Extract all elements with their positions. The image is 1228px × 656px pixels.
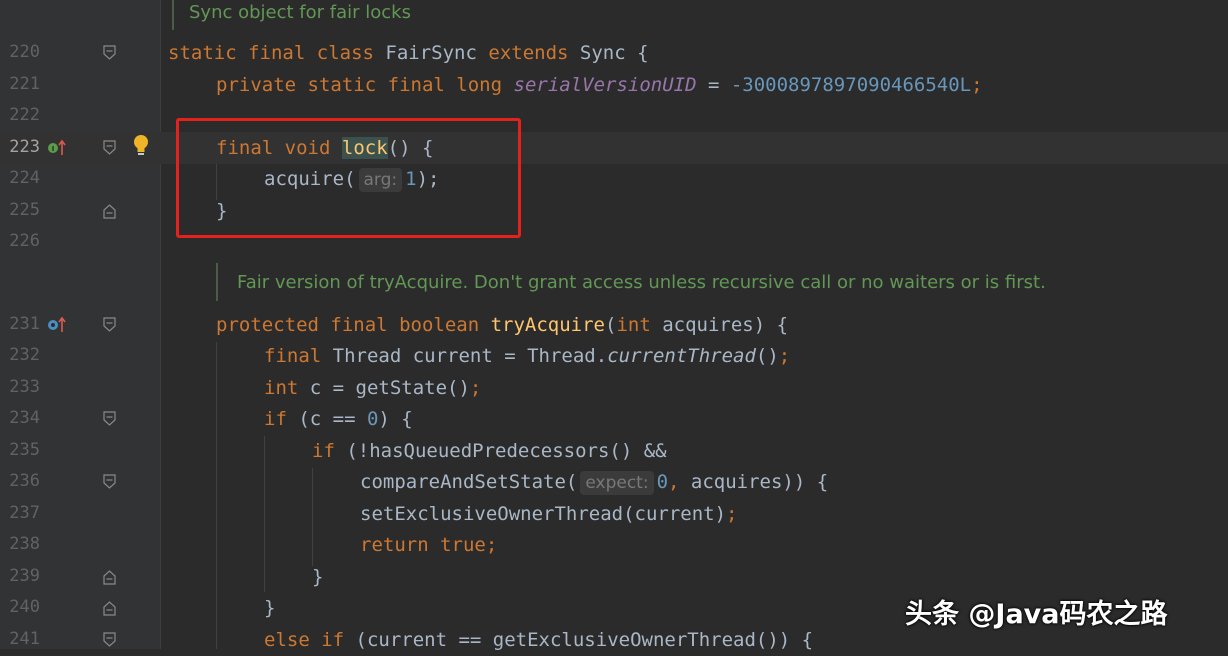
- line-number[interactable]: 241: [0, 629, 40, 649]
- fold-end-marker-icon[interactable]: [103, 569, 116, 585]
- code-line[interactable]: 239 }: [0, 561, 1228, 593]
- intention-bulb-icon[interactable]: [131, 134, 151, 158]
- line-number[interactable]: 232: [0, 345, 40, 365]
- svg-text:I: I: [52, 145, 55, 153]
- doc-comment-fair-version: Fair version of tryAcquire. Don't grant …: [237, 272, 1046, 293]
- line-number[interactable]: 239: [0, 566, 40, 586]
- fold-marker-icon[interactable]: [103, 474, 116, 490]
- code-line[interactable]: 237 setExclusiveOwnerThread(current);: [0, 498, 1228, 530]
- line-number[interactable]: 237: [0, 503, 40, 523]
- code-text[interactable]: else if (current == getExclusiveOwnerThr…: [264, 627, 813, 653]
- code-line[interactable]: 235 if (!hasQueuedPredecessors() &&: [0, 435, 1228, 467]
- code-line[interactable]: 220 static final class FairSync extends …: [0, 37, 1228, 69]
- fold-marker-icon[interactable]: [103, 411, 116, 427]
- code-text[interactable]: if (c == 0) {: [264, 406, 413, 432]
- line-number[interactable]: 222: [0, 105, 40, 125]
- fold-end-marker-icon[interactable]: [103, 203, 116, 219]
- implements-method-icon[interactable]: I: [47, 139, 69, 157]
- line-number[interactable]: 223: [0, 137, 40, 157]
- code-line[interactable]: 238 return true;: [0, 529, 1228, 561]
- doc-comment-bar: [172, 0, 174, 30]
- line-number[interactable]: 220: [0, 42, 40, 62]
- line-number[interactable]: 234: [0, 408, 40, 428]
- line-number[interactable]: 236: [0, 471, 40, 491]
- code-line[interactable]: 234 if (c == 0) {: [0, 403, 1228, 435]
- code-line[interactable]: 232 final Thread current = Thread.curren…: [0, 340, 1228, 372]
- code-line[interactable]: 236 compareAndSetState(expect: 0, acquire…: [0, 466, 1228, 498]
- code-line[interactable]: 231 protected final boolean tryAcquire(i…: [0, 309, 1228, 341]
- code-line[interactable]: 221 private static final long serialVers…: [0, 69, 1228, 101]
- doc-comment-sync-object: Sync object for fair locks: [189, 2, 411, 23]
- code-text[interactable]: }: [264, 595, 275, 621]
- parameter-hint: expect:: [580, 471, 654, 495]
- fold-marker-icon[interactable]: [103, 45, 116, 61]
- code-text[interactable]: private static final long serialVersionU…: [216, 72, 983, 98]
- fold-marker-icon[interactable]: [103, 140, 116, 156]
- line-number[interactable]: 224: [0, 168, 40, 188]
- fold-end-marker-icon[interactable]: [103, 600, 116, 616]
- watermark: 头条 @Java码农之路: [905, 599, 1168, 630]
- code-text[interactable]: protected final boolean tryAcquire(int a…: [216, 312, 788, 338]
- code-text[interactable]: return true;: [360, 532, 497, 558]
- highlight-box: [176, 118, 521, 238]
- line-number[interactable]: 221: [0, 74, 40, 94]
- code-text[interactable]: setExclusiveOwnerThread(current);: [360, 501, 738, 527]
- line-number[interactable]: 238: [0, 534, 40, 554]
- fold-marker-icon[interactable]: [103, 317, 116, 333]
- line-number[interactable]: 231: [0, 314, 40, 334]
- code-text[interactable]: static final class FairSync extends Sync…: [168, 40, 649, 66]
- line-number[interactable]: 235: [0, 440, 40, 460]
- overrides-method-icon[interactable]: [47, 316, 69, 334]
- doc-comment-bar: [216, 263, 218, 301]
- code-text[interactable]: compareAndSetState(expect: 0, acquires)) …: [360, 469, 828, 495]
- line-number[interactable]: 226: [0, 231, 40, 251]
- line-number[interactable]: 240: [0, 597, 40, 617]
- code-text[interactable]: final Thread current = Thread.currentThr…: [264, 343, 790, 369]
- code-text[interactable]: if (!hasQueuedPredecessors() &&: [312, 438, 667, 464]
- code-text[interactable]: int c = getState();: [264, 375, 481, 401]
- fold-marker-icon[interactable]: [103, 632, 116, 648]
- code-line[interactable]: 233 int c = getState();: [0, 372, 1228, 404]
- line-number[interactable]: 233: [0, 377, 40, 397]
- line-number[interactable]: 225: [0, 200, 40, 220]
- code-text[interactable]: }: [312, 564, 323, 590]
